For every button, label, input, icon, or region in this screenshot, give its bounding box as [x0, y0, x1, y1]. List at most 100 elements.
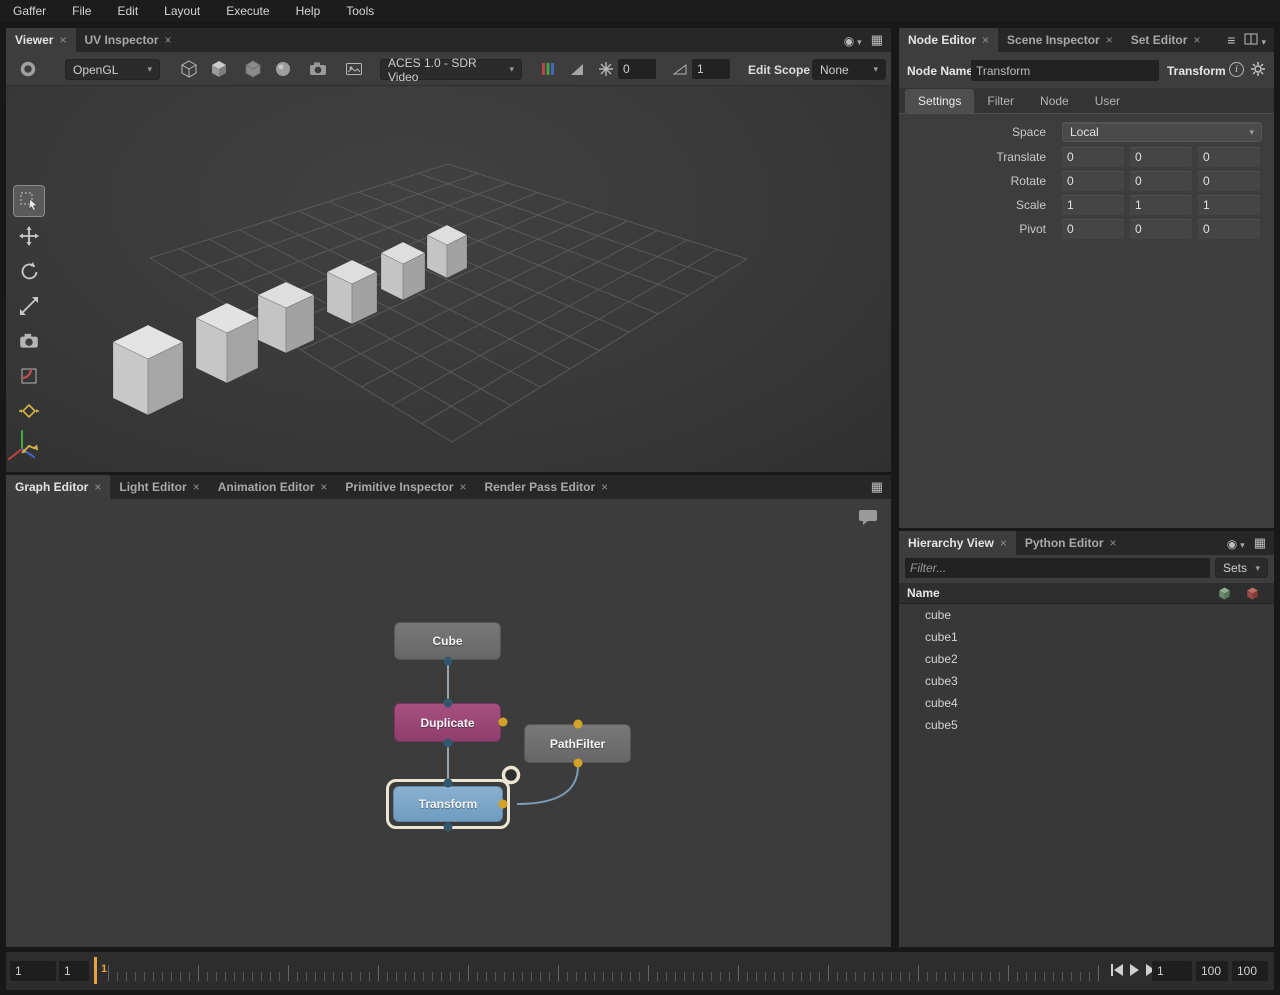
- menu-tools[interactable]: Tools: [333, 0, 387, 22]
- image-icon[interactable]: [342, 57, 366, 81]
- frame-step-field[interactable]: [59, 961, 89, 981]
- menu-help[interactable]: Help: [283, 0, 334, 22]
- select-tool[interactable]: [14, 186, 44, 216]
- menu-layout[interactable]: Layout: [151, 0, 213, 22]
- gamma-field[interactable]: [692, 59, 730, 79]
- subtab-settings[interactable]: Settings: [905, 89, 974, 113]
- gamma-icon[interactable]: [668, 57, 692, 81]
- scale-x-field[interactable]: [1062, 195, 1124, 215]
- renderer-dropdown[interactable]: OpenGL: [65, 59, 160, 80]
- tab-primitive-inspector[interactable]: Primitive Inspector: [336, 475, 475, 499]
- exposure-field[interactable]: [618, 59, 656, 79]
- translate-y-field[interactable]: [1130, 147, 1192, 167]
- shading-sphere-icon[interactable]: [271, 57, 295, 81]
- rotate-x-field[interactable]: [1062, 171, 1124, 191]
- translate-z-field[interactable]: [1198, 147, 1260, 167]
- light-tool[interactable]: [14, 396, 44, 426]
- panel-split-icon[interactable]: [1244, 33, 1266, 48]
- rotate-y-field[interactable]: [1130, 171, 1192, 191]
- pan-icon[interactable]: [16, 57, 40, 81]
- end-frame-field[interactable]: [1232, 961, 1268, 981]
- rotate-z-field[interactable]: [1198, 171, 1260, 191]
- layout-menu-icon[interactable]: [1254, 535, 1266, 551]
- scale-z-field[interactable]: [1198, 195, 1260, 215]
- menu-edit[interactable]: Edit: [104, 0, 151, 22]
- frame-field[interactable]: [1152, 961, 1192, 981]
- translate-x-field[interactable]: [1062, 147, 1124, 167]
- shaded-cube-icon[interactable]: [207, 57, 231, 81]
- tab-hierarchy-view[interactable]: Hierarchy View: [899, 531, 1016, 555]
- camera-tool[interactable]: [14, 326, 44, 356]
- space-dropdown[interactable]: Local: [1062, 122, 1262, 142]
- clipping-icon[interactable]: [594, 57, 618, 81]
- list-item-cube[interactable]: cube: [899, 604, 1274, 626]
- tab-animation-editor[interactable]: Animation Editor: [209, 475, 337, 499]
- tab-uv-inspector[interactable]: UV Inspector: [76, 28, 181, 52]
- menu-gaffer[interactable]: Gaffer: [0, 0, 59, 22]
- display-transform-dropdown[interactable]: ACES 1.0 - SDR Video: [380, 59, 522, 80]
- subtab-node[interactable]: Node: [1027, 89, 1082, 113]
- list-item-cube5[interactable]: cube5: [899, 714, 1274, 736]
- tab-graph-editor[interactable]: Graph Editor: [6, 475, 110, 499]
- subtab-filter[interactable]: Filter: [974, 89, 1027, 113]
- gear-icon[interactable]: [1250, 61, 1266, 82]
- layout-menu-icon[interactable]: [871, 32, 883, 48]
- close-icon[interactable]: [193, 480, 200, 494]
- tab-set-editor[interactable]: Set Editor: [1122, 28, 1210, 52]
- hierarchy-filter-input[interactable]: [905, 558, 1210, 578]
- tab-light-editor[interactable]: Light Editor: [110, 475, 208, 499]
- node-graph-canvas[interactable]: Cube Duplicate PathFilter Transform: [6, 499, 891, 947]
- menu-execute[interactable]: Execute: [213, 0, 282, 22]
- current-frame-field[interactable]: [10, 961, 56, 981]
- node-duplicate[interactable]: Duplicate: [394, 703, 501, 742]
- close-icon[interactable]: [982, 33, 989, 47]
- close-icon[interactable]: [1193, 33, 1200, 47]
- tab-node-editor[interactable]: Node Editor: [899, 28, 998, 52]
- tab-viewer[interactable]: Viewer: [6, 28, 76, 52]
- rgb-channels-icon[interactable]: [536, 57, 560, 81]
- close-icon[interactable]: [1110, 536, 1117, 550]
- wireframe-cube-icon[interactable]: [177, 57, 201, 81]
- close-icon[interactable]: [94, 480, 101, 494]
- annotation-icon[interactable]: [858, 509, 878, 531]
- viewport-3d[interactable]: [6, 86, 891, 472]
- close-icon[interactable]: [1106, 33, 1113, 47]
- tab-render-pass-editor[interactable]: Render Pass Editor: [475, 475, 617, 499]
- list-item-cube1[interactable]: cube1: [899, 626, 1274, 648]
- node-name-field[interactable]: [971, 60, 1159, 81]
- play-icon[interactable]: [1129, 963, 1140, 981]
- inclusions-set-icon[interactable]: [1217, 586, 1232, 606]
- tab-scene-inspector[interactable]: Scene Inspector: [998, 28, 1122, 52]
- timeline-ruler[interactable]: [108, 958, 1106, 984]
- scale-tool[interactable]: [14, 291, 44, 321]
- close-icon[interactable]: [165, 33, 172, 47]
- node-pathfilter[interactable]: PathFilter: [524, 724, 631, 763]
- camera-icon[interactable]: [306, 57, 330, 81]
- node-cube[interactable]: Cube: [394, 622, 501, 660]
- exclusions-set-icon[interactable]: [1245, 586, 1260, 606]
- close-icon[interactable]: [59, 33, 66, 47]
- crop-window-tool[interactable]: [14, 361, 44, 391]
- expansion-cube-icon[interactable]: [241, 57, 265, 81]
- layout-menu-icon[interactable]: [871, 479, 883, 495]
- edit-scope-dropdown[interactable]: None: [812, 59, 886, 80]
- bookmarks-icon[interactable]: [1227, 32, 1235, 48]
- scale-y-field[interactable]: [1130, 195, 1192, 215]
- list-item-cube2[interactable]: cube2: [899, 648, 1274, 670]
- editor-focus-icon[interactable]: [1227, 536, 1245, 551]
- light-position-tool[interactable]: [14, 431, 44, 461]
- range-end-field[interactable]: [1196, 961, 1228, 981]
- sets-dropdown[interactable]: Sets: [1215, 558, 1268, 578]
- pivot-z-field[interactable]: [1198, 219, 1260, 239]
- close-icon[interactable]: [1000, 536, 1007, 550]
- playhead[interactable]: [94, 957, 97, 984]
- list-item-cube3[interactable]: cube3: [899, 670, 1274, 692]
- editor-focus-icon[interactable]: [844, 33, 862, 48]
- rotate-tool[interactable]: [14, 256, 44, 286]
- skip-to-start-icon[interactable]: [1111, 963, 1124, 981]
- menu-file[interactable]: File: [59, 0, 104, 22]
- info-icon[interactable]: [1229, 62, 1244, 77]
- name-column-header[interactable]: Name: [899, 586, 940, 600]
- pivot-x-field[interactable]: [1062, 219, 1124, 239]
- tab-python-editor[interactable]: Python Editor: [1016, 531, 1126, 555]
